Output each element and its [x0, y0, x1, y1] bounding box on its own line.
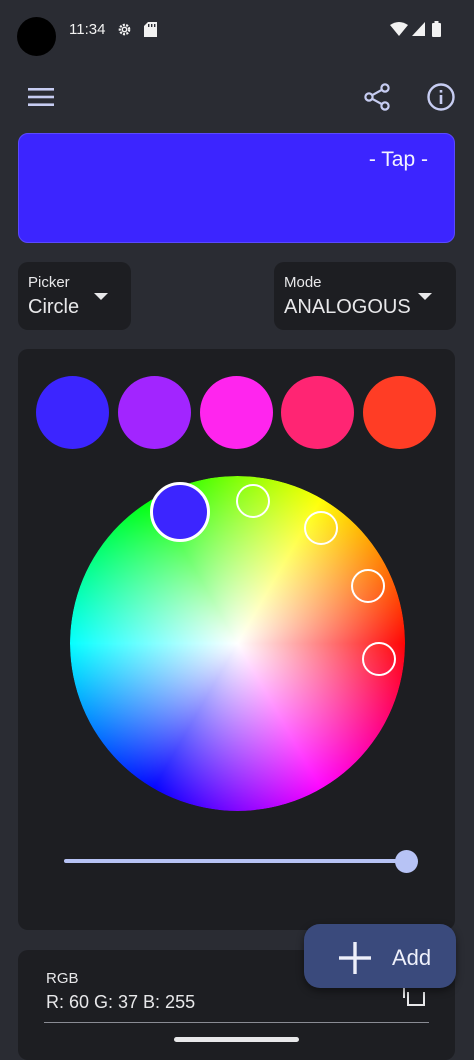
swatch-1[interactable]	[36, 376, 109, 449]
primary-color-handle[interactable]	[150, 482, 210, 542]
picker-dropdown[interactable]: Picker Circle	[18, 262, 131, 330]
settings-notification-icon	[118, 23, 131, 36]
brightness-slider-track[interactable]	[64, 859, 406, 863]
mode-value: ANALOGOUS	[284, 296, 411, 318]
rgb-value: R: 60 G: 37 B: 255	[46, 992, 196, 1012]
front-camera	[17, 17, 56, 56]
swatch-4[interactable]	[281, 376, 354, 449]
picker-value: Circle	[28, 296, 80, 318]
swatch-5[interactable]	[363, 376, 436, 449]
share-icon[interactable]	[362, 82, 392, 112]
menu-icon[interactable]	[26, 85, 56, 109]
color-wheel-saturation	[70, 476, 405, 811]
add-button-label: Add	[392, 945, 432, 970]
brightness-slider-thumb[interactable]	[395, 850, 418, 873]
chevron-down-icon	[418, 293, 432, 300]
mode-label: Mode	[284, 274, 322, 291]
tap-hint: - Tap -	[368, 148, 428, 171]
sd-card-icon	[144, 22, 157, 37]
analogous-handle-1	[236, 484, 270, 518]
wifi-icon	[390, 22, 408, 36]
plus-icon	[339, 942, 371, 974]
status-time: 11:34	[69, 21, 106, 38]
color-wheel[interactable]	[70, 476, 405, 811]
color-preview[interactable]: - Tap -	[18, 133, 455, 243]
swatch-3[interactable]	[200, 376, 273, 449]
add-color-button[interactable]	[304, 924, 456, 988]
analogous-handle-4	[362, 642, 396, 676]
chevron-down-icon	[94, 293, 108, 300]
info-icon[interactable]	[426, 82, 456, 112]
swatch-2[interactable]	[118, 376, 191, 449]
divider	[44, 1022, 429, 1023]
analogous-handle-2	[304, 511, 338, 545]
rgb-label: RGB	[46, 970, 79, 987]
picker-label: Picker	[28, 274, 70, 291]
analogous-handle-3	[351, 569, 385, 603]
mode-dropdown[interactable]: Mode ANALOGOUS	[274, 262, 456, 330]
battery-icon	[432, 21, 441, 37]
gesture-nav-handle[interactable]	[174, 1037, 299, 1042]
cell-signal-icon	[412, 22, 425, 36]
